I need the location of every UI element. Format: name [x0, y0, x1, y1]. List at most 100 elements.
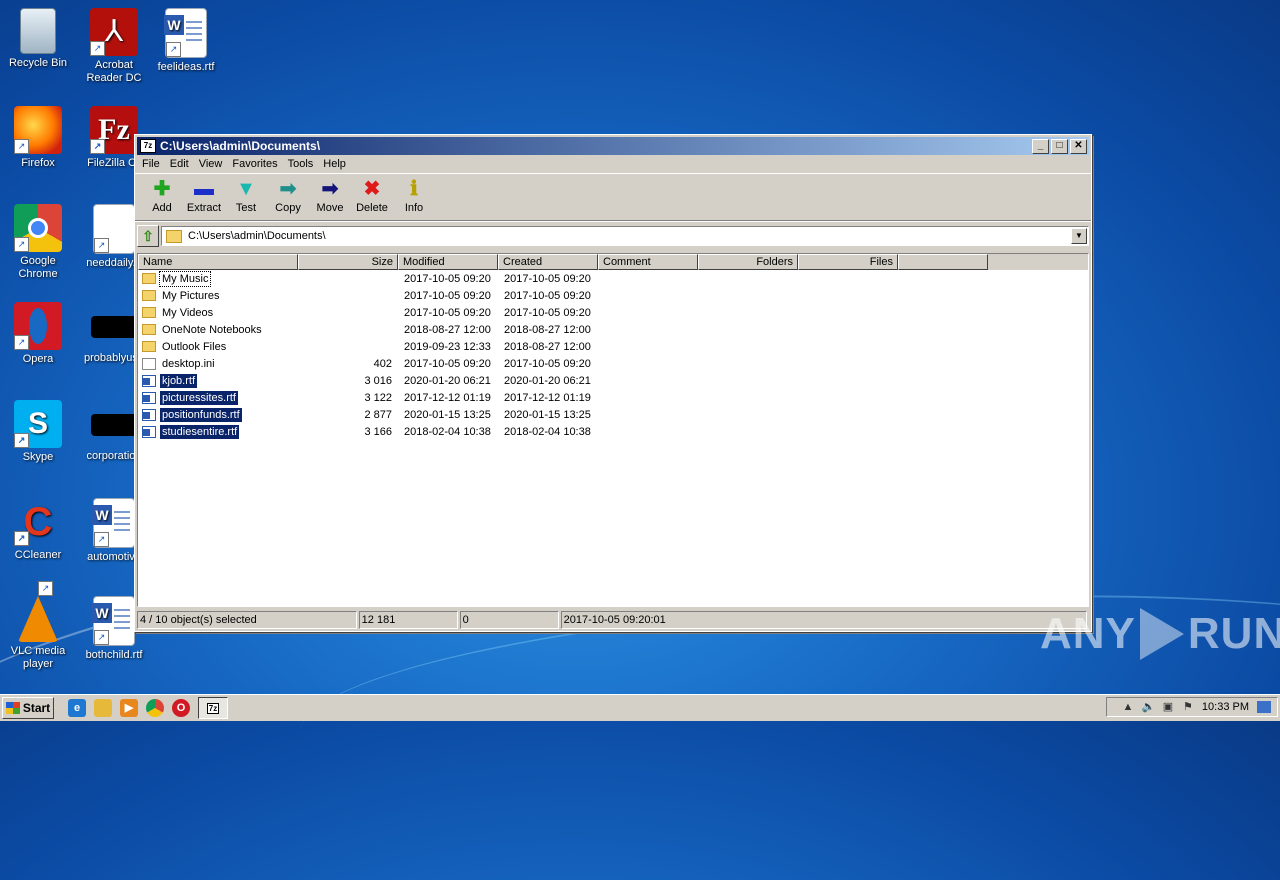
menu-tools[interactable]: Tools [283, 158, 319, 170]
desktop-shortcut[interactable]: W ↗ feelideas.rtf [148, 8, 224, 74]
test-icon: ▼ [236, 178, 256, 200]
shortcut-arrow-icon: ↗ [94, 238, 109, 253]
menu-view[interactable]: View [194, 158, 228, 170]
skype-icon: S ↗ [14, 400, 62, 448]
column-header-folders[interactable]: Folders [698, 254, 798, 270]
desktop-shortcut[interactable]: ⅄ ↗ Acrobat Reader DC [76, 8, 152, 85]
internet-explorer-icon[interactable]: e [68, 699, 86, 717]
table-row[interactable]: My Videos 2017-10-05 09:20 2017-10-05 09:2… [138, 304, 1088, 321]
column-header-created[interactable]: Created [498, 254, 598, 270]
maximize-button[interactable]: □ [1051, 138, 1068, 154]
up-folder-button[interactable]: ⇧ [137, 225, 159, 247]
desktop-shortcut-label: VLC media player [10, 645, 66, 670]
cell-modified: 2019-09-23 12:33 [404, 340, 491, 353]
address-dropdown-button[interactable]: ▼ [1071, 228, 1087, 244]
desktop-shortcut[interactable]: ↗ Google Chrome [0, 204, 76, 281]
toolbar-label: Delete [356, 202, 388, 214]
table-row[interactable]: Outlook Files 2019-09-23 12:33 2018-08-27 … [138, 338, 1088, 355]
address-combobox[interactable]: C:\Users\admin\Documents\ ▼ [161, 226, 1089, 246]
column-header-size[interactable]: Size [298, 254, 398, 270]
folder-icon [142, 273, 156, 284]
action-center-flag-icon[interactable]: ⚑ [1182, 701, 1194, 713]
cell-name: My Music [138, 270, 298, 287]
desktop-shortcut[interactable]: C ↗ CCleaner [0, 498, 76, 562]
word-document-icon: W ↗ [92, 498, 135, 548]
desktop-shortcut[interactable]: ↗ Firefox [0, 106, 76, 170]
file-name: desktop.ini [162, 357, 215, 370]
title-bar[interactable]: 7z C:\Users\admin\Documents\ _ □ ✕ [137, 137, 1089, 155]
column-headers: Name Size Modified Created Comment Folders Fil… [138, 254, 1088, 270]
clock[interactable]: 10:33 PM [1202, 701, 1249, 713]
status-bar: 4 / 10 object(s) selected 12 181 0 2017-… [137, 611, 1087, 629]
cell-size: 3 122 [364, 391, 392, 404]
cell-created: 2020-01-15 13:25 [504, 408, 591, 421]
folder-icon [142, 290, 156, 301]
table-row[interactable]: My Music 2017-10-05 09:20 2017-10-05 09:20 [138, 270, 1088, 287]
taskbar-7zip-button[interactable]: 7z [198, 697, 228, 719]
cell-size: 2 877 [364, 408, 392, 421]
table-row[interactable]: positionfunds.rtf 2 877 2020-01-15 13:25 20… [138, 406, 1088, 423]
start-button[interactable]: Start [2, 697, 54, 719]
menu-file[interactable]: File [137, 158, 165, 170]
shortcut-arrow-icon: ↗ [14, 335, 29, 350]
info-button[interactable]: ℹ Info [393, 174, 435, 220]
volume-icon[interactable]: 🔈 [1142, 701, 1156, 713]
desktop-shortcut[interactable]: Recycle Bin [0, 8, 76, 70]
watermark-right: RUN [1187, 609, 1280, 658]
menu-help[interactable]: Help [318, 158, 351, 170]
file-list[interactable]: Name Size Modified Created Comment Folders Fil… [137, 253, 1089, 607]
copy-button[interactable]: ➡ Copy [267, 174, 309, 220]
desktop-shortcut[interactable]: ↗ Opera [0, 302, 76, 366]
table-row[interactable]: desktop.ini 402 2017-10-05 09:20 2017-10-05… [138, 355, 1088, 372]
column-header-comment[interactable]: Comment [598, 254, 698, 270]
window-title: C:\Users\admin\Documents\ [160, 139, 321, 153]
media-player-icon[interactable]: ▶ [120, 699, 138, 717]
table-row[interactable]: studiesentire.rtf 3 166 2018-02-04 10:38 20… [138, 423, 1088, 440]
shortcut-arrow-icon: ↗ [38, 581, 53, 596]
anyrun-watermark: ANY RUN [1040, 608, 1280, 660]
add-button[interactable]: ✚ Add [141, 174, 183, 220]
cell-created: 2020-01-20 06:21 [504, 374, 591, 387]
delete-button[interactable]: ✖ Delete [351, 174, 393, 220]
desktop-shortcut-label: feelideas.rtf [157, 61, 215, 73]
menu-favorites[interactable]: Favorites [227, 158, 282, 170]
opera-taskbar-icon[interactable]: O [172, 699, 190, 717]
cell-modified: 2017-12-12 01:19 [404, 391, 491, 404]
7zip-app-icon: 7z [140, 139, 156, 153]
close-button[interactable]: ✕ [1070, 138, 1087, 154]
shortcut-arrow-icon: ↗ [94, 532, 109, 547]
minimize-button[interactable]: _ [1032, 138, 1049, 154]
status-date: 2017-10-05 09:20:01 [560, 611, 1087, 629]
copy-icon: ➡ [279, 178, 297, 200]
move-button[interactable]: ➡ Move [309, 174, 351, 220]
address-row: ⇧ C:\Users\admin\Documents\ ▼ [135, 221, 1091, 250]
menu-edit[interactable]: Edit [165, 158, 194, 170]
desktop-shortcut[interactable]: ↗ VLC media player [0, 581, 76, 671]
desktop-shortcut[interactable]: S ↗ Skype [0, 400, 76, 464]
folder-icon [166, 229, 182, 243]
recycle-bin-icon [20, 8, 56, 54]
column-header-files[interactable]: Files [798, 254, 898, 270]
vlc-icon: ↗ [18, 581, 58, 642]
word-document-icon: W ↗ [164, 8, 207, 58]
chrome-taskbar-icon[interactable] [146, 699, 164, 717]
table-row[interactable]: OneNote Notebooks 2018-08-27 12:00 2018-08… [138, 321, 1088, 338]
show-desktop-icon[interactable] [1257, 701, 1271, 713]
network-icon[interactable]: ▣ [1162, 701, 1174, 713]
tray-expand-icon[interactable]: ▲ [1122, 701, 1134, 713]
watermark-left: ANY [1040, 609, 1136, 658]
test-button[interactable]: ▼ Test [225, 174, 267, 220]
extract-button[interactable]: ▬ Extract [183, 174, 225, 220]
column-header-modified[interactable]: Modified [398, 254, 498, 270]
desktop-shortcut-label: Recycle Bin [8, 57, 68, 69]
cell-created: 2018-08-27 12:00 [504, 340, 591, 353]
file-name: My Music [158, 270, 212, 287]
table-row[interactable]: kjob.rtf 3 016 2020-01-20 06:21 2020-01-20 … [138, 372, 1088, 389]
explorer-folder-icon[interactable] [94, 699, 112, 717]
rtf-file-icon [142, 374, 156, 387]
filezilla-icon: Fz ↗ [90, 106, 138, 154]
extract-icon: ▬ [194, 178, 214, 200]
column-header-name[interactable]: Name [138, 254, 298, 270]
table-row[interactable]: My Pictures 2017-10-05 09:20 2017-10-05 09… [138, 287, 1088, 304]
table-row[interactable]: picturessites.rtf 3 122 2017-12-12 01:19 20… [138, 389, 1088, 406]
